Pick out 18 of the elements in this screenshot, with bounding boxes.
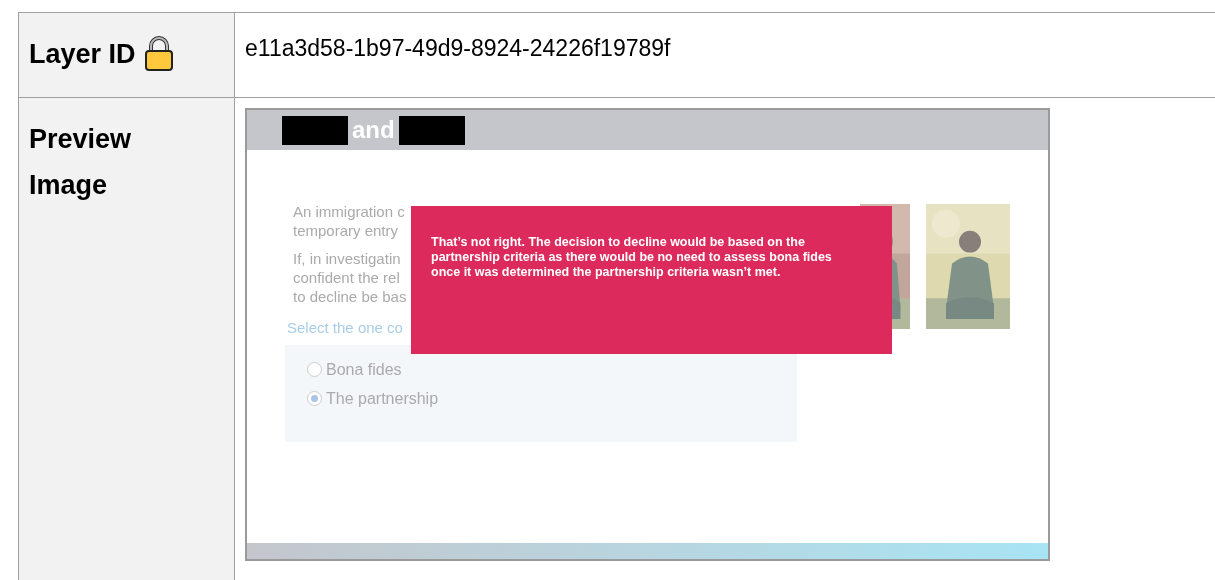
body-text-line: temporary entry: [293, 221, 399, 240]
redaction-bar: [398, 115, 465, 145]
row-label: Layer ID: [29, 38, 136, 71]
header-title: and: [352, 115, 395, 145]
body-text-line: confident the rel: [293, 268, 400, 287]
redaction-bar: [282, 115, 348, 145]
row-label: Preview Image: [29, 123, 133, 202]
body-text-line: An immigration c: [293, 202, 405, 221]
question-prompt: Select the one co: [287, 318, 403, 337]
feedback-text: That’s not right. The decision to decline would be based on the partnership criteria as there would be no need to assess bona fides once it was determined the partnership criteria wasn’t met.: [431, 235, 833, 280]
lock-icon: [143, 36, 174, 72]
body-text-line: to decline be bas: [293, 287, 407, 306]
body-text-line: If, in investigatin: [293, 249, 401, 268]
radio-button[interactable]: [307, 362, 322, 377]
radio-option[interactable]: The partnership: [307, 389, 797, 408]
radio-button[interactable]: [307, 391, 322, 406]
layer-id-value: e11a3d58-1b97-49d9-8924-24226f19789f: [245, 34, 672, 63]
radio-option[interactable]: Bona fides: [307, 360, 797, 379]
